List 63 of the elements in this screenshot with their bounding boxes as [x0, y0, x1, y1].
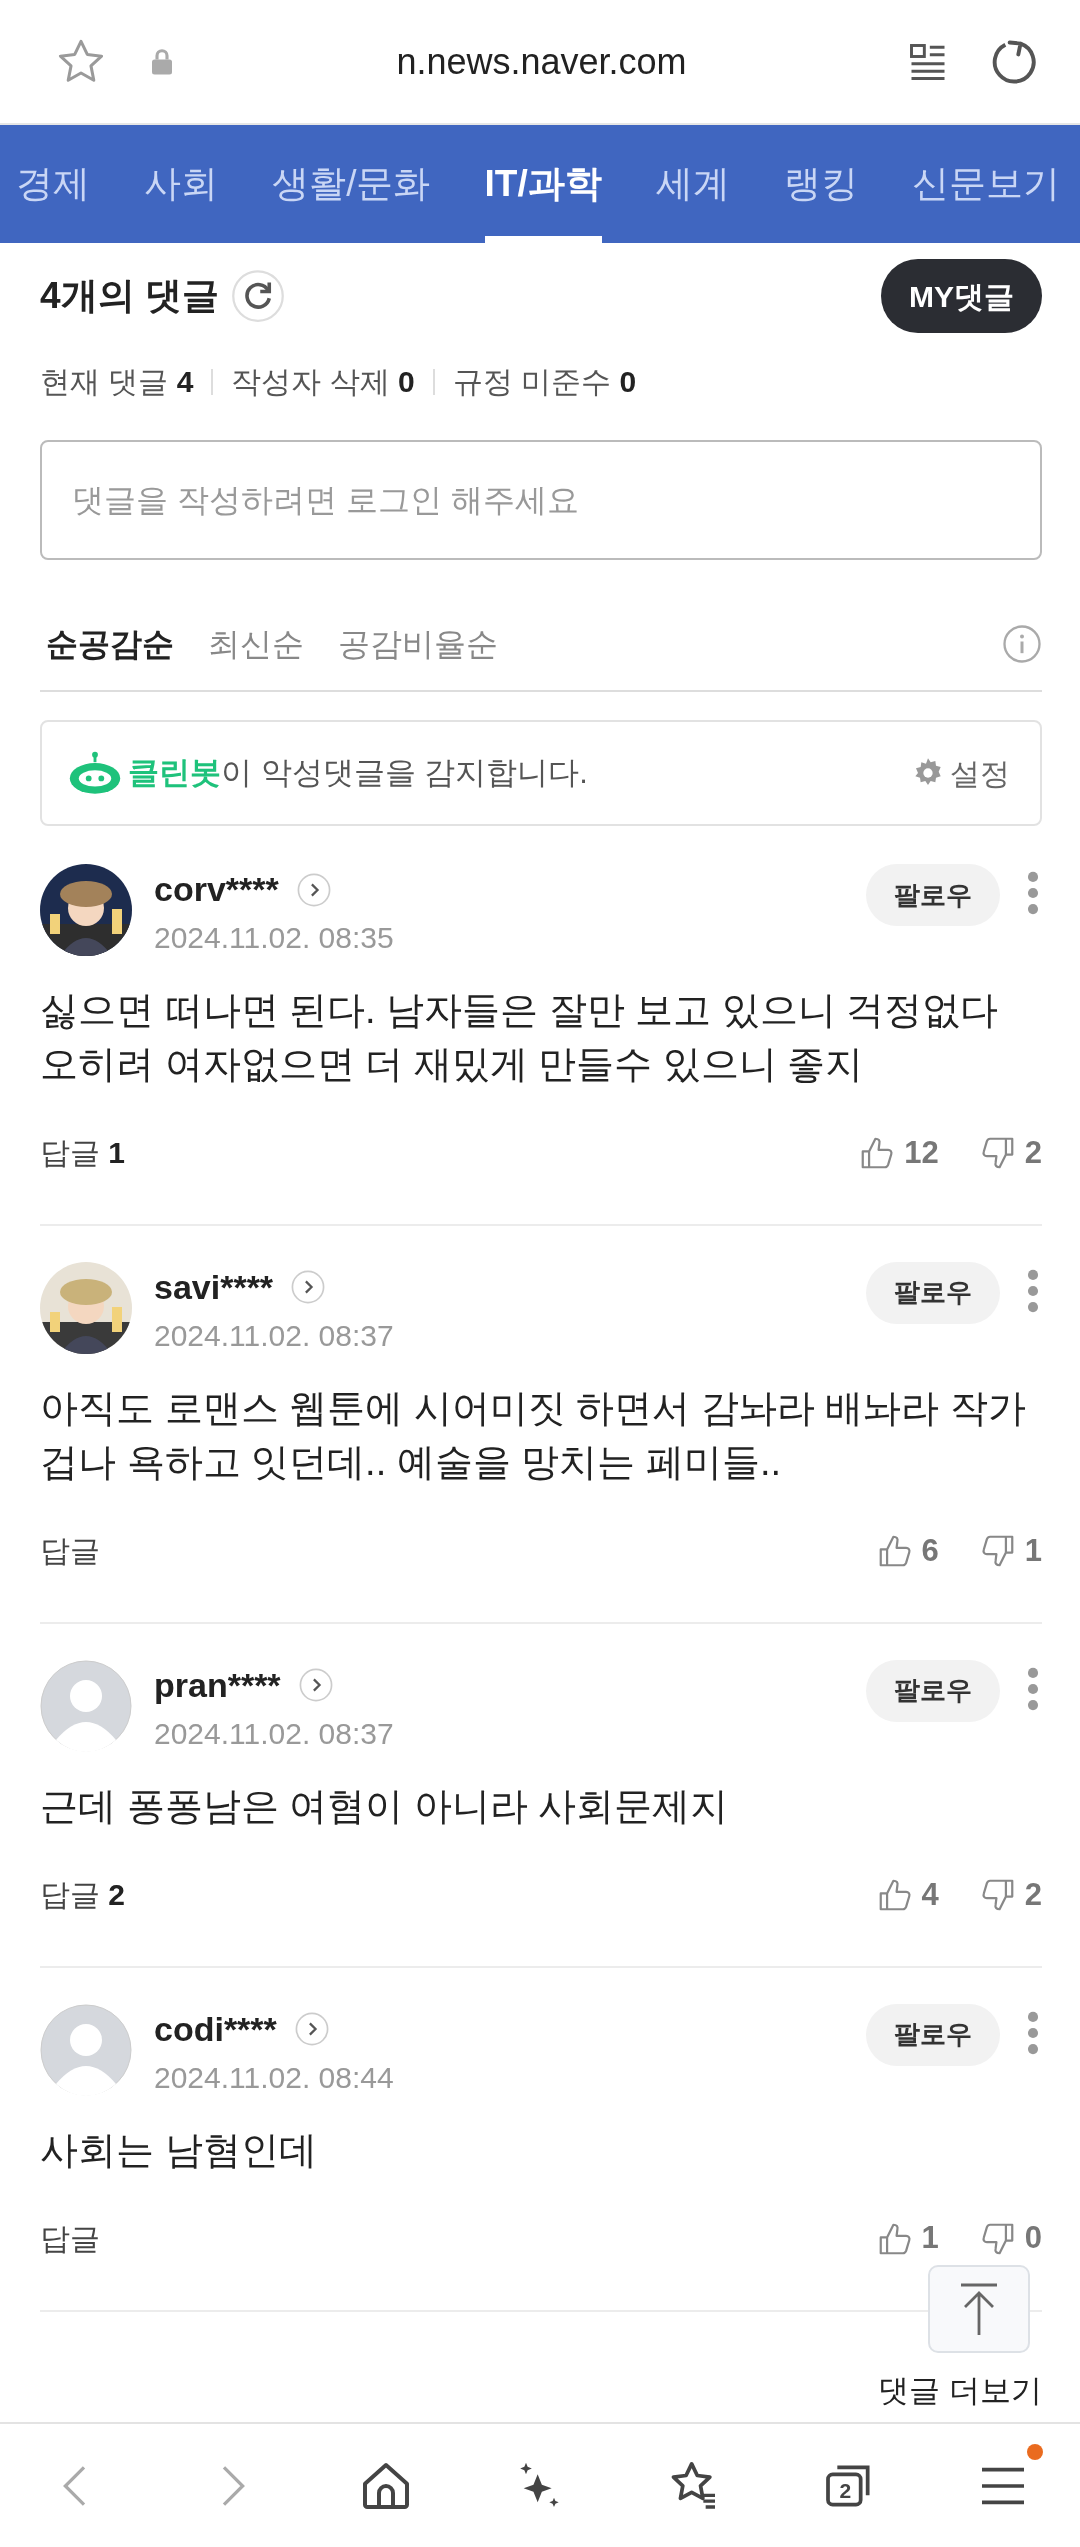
my-comments-button[interactable]: MY댓글: [881, 259, 1042, 333]
avatar-icon: [40, 2003, 132, 2096]
more-options-icon[interactable]: [1026, 2009, 1040, 2056]
chevron-right-icon[interactable]: [294, 2012, 329, 2047]
robot-icon: [68, 751, 122, 795]
reply-link[interactable]: 답글 2: [40, 1872, 126, 1918]
nav-tab[interactable]: 랭킹: [783, 125, 858, 243]
more-options-icon[interactable]: [1026, 1665, 1040, 1712]
like-count: 4: [921, 1875, 939, 1914]
stat-text: 작성자 삭제 0: [231, 364, 415, 400]
follow-button[interactable]: 팔로우: [866, 2003, 1000, 2066]
refresh-icon[interactable]: [230, 269, 285, 323]
username[interactable]: savi****: [154, 1261, 274, 1313]
comment-date: 2024.11.02. 08:44: [154, 2059, 394, 2096]
nav-tab[interactable]: 세계: [655, 125, 730, 243]
comment-text: 사회는 남혐인데: [40, 2127, 318, 2173]
username[interactable]: pran****: [154, 1659, 281, 1711]
comment-count-title: 4개의 댓글: [40, 274, 219, 319]
comment-date: 2024.11.02. 08:37: [154, 1715, 394, 1752]
username[interactable]: corv****: [154, 864, 279, 915]
comment-date: 2024.11.02. 08:35: [154, 920, 394, 956]
dislike-count: 2: [1024, 1875, 1042, 1914]
sort-tab[interactable]: 최신순: [208, 620, 304, 668]
comment-text: 싫으면 떠나면 된다. 남자들은 잘만 보고 있으니 걱정없다 오히려 여자없으면 더 재밌게 만들수 있으니 좋지: [40, 988, 1000, 1087]
chevron-right-icon[interactable]: [298, 1668, 333, 1703]
comment-text: 아직도 로맨스 웹툰에 시어미짓 하면서 감놔라 배놔라 작가 겁나 욕하고 잇던데.. 예술을 망치는 페미들..: [40, 1385, 1027, 1485]
chevron-right-icon[interactable]: [291, 1270, 326, 1305]
scroll-to-top-button[interactable]: [928, 2265, 1030, 2353]
dislike-count: 2: [1024, 1133, 1042, 1172]
like-count: 12: [904, 1133, 939, 1172]
comment-date: 2024.11.02. 08:37: [154, 1317, 394, 1354]
follow-button[interactable]: 팔로우: [866, 864, 1000, 926]
dislike-count: 1: [1024, 1531, 1042, 1570]
more-options-icon[interactable]: [1026, 1267, 1040, 1314]
nav-tab[interactable]: 사회: [144, 125, 219, 243]
nav-tab[interactable]: 경제: [16, 125, 90, 243]
tab-count: 2: [839, 2479, 852, 2501]
comment-input[interactable]: 댓글을 작성하려면 로그인 해주세요: [40, 440, 1042, 560]
like-count: 6: [921, 1531, 939, 1570]
reply-link[interactable]: 답글 1: [40, 1130, 126, 1176]
follow-button[interactable]: 팔로우: [866, 1261, 1000, 1324]
dislike-count: 0: [1024, 2219, 1042, 2258]
nav-tab[interactable]: IT/과학: [484, 125, 602, 243]
follow-button[interactable]: 팔로우: [866, 1659, 1000, 1722]
reply-link[interactable]: 답글: [40, 1528, 100, 1574]
stat-text: 현재 댓글 4: [40, 364, 194, 400]
nav-tab[interactable]: 신문보기: [911, 125, 1060, 243]
cleanbot-notice: 클린봇이 악성댓글을 감지합니다.: [128, 753, 588, 792]
avatar-icon: [40, 1659, 132, 1752]
nav-tab[interactable]: 생활/문화: [272, 125, 431, 243]
sort-tab[interactable]: 공감비율순: [338, 620, 498, 668]
stat-text: 규정 미준수 0: [452, 364, 637, 400]
more-options-icon[interactable]: [1026, 870, 1040, 916]
url-text: n.news.naver.com: [395, 39, 688, 84]
chevron-right-icon[interactable]: [296, 872, 331, 907]
settings-button[interactable]: 설정: [912, 750, 1010, 796]
reply-link[interactable]: 답글: [40, 2216, 100, 2262]
like-count: 1: [921, 2219, 939, 2258]
more-comments-link[interactable]: 댓글 더보기: [40, 2367, 1042, 2422]
comment-text: 근데 퐁퐁남은 여혐이 아니라 사회문제지: [40, 1783, 730, 1829]
sort-tab[interactable]: 순공감순: [46, 620, 174, 668]
username[interactable]: codi****: [154, 2003, 277, 2055]
info-icon[interactable]: [1002, 624, 1042, 664]
